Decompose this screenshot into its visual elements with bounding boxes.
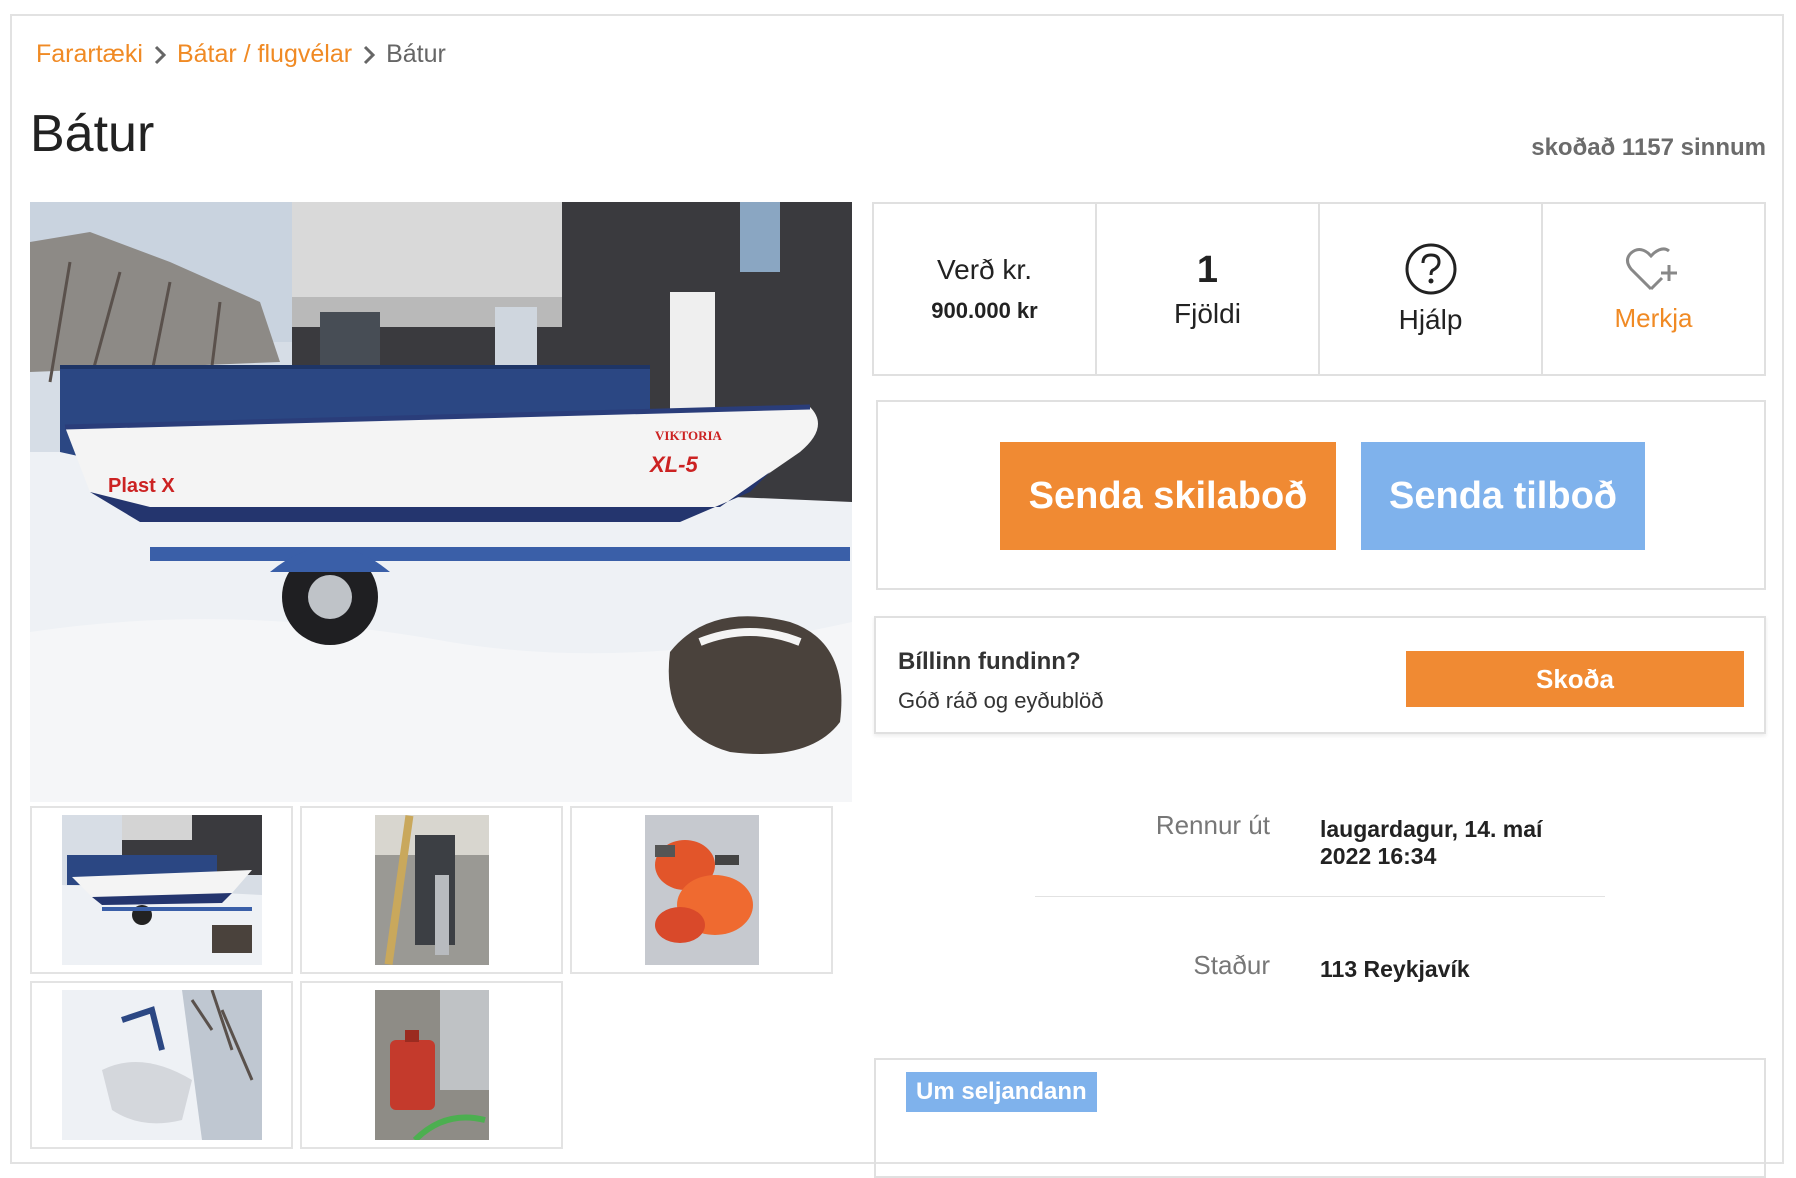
price-value: 900.000 kr [931, 298, 1038, 323]
found-title: Bíllinn fundinn? [898, 648, 1081, 675]
thumbnail-4[interactable] [30, 981, 293, 1149]
action-box: Senda skilaboð Senda tilboð [876, 400, 1766, 590]
send-message-button[interactable]: Senda skilaboð [1000, 442, 1336, 550]
thumbnail-5[interactable] [300, 981, 563, 1149]
quantity-cell: 1 Fjöldi [1097, 204, 1320, 374]
seller-tag: Um seljandann [906, 1072, 1097, 1112]
view-count: skoðað 1157 sinnum [1531, 134, 1766, 161]
found-box: Bíllinn fundinn? Góð ráð og eyðublöð Sko… [874, 616, 1766, 734]
breadcrumb-vehicles-link[interactable]: Farartæki [36, 40, 143, 69]
thumbnail-1[interactable] [30, 806, 293, 974]
quantity-label: Fjöldi [1174, 297, 1241, 329]
boat-model-text: XL-5 [648, 452, 698, 477]
info-bar: Verð kr. 900.000 kr 1 Fjöldi Hjálp Merkj… [872, 202, 1766, 376]
seller-box: Um seljandann [874, 1058, 1766, 1178]
expires-date: laugardagur, 14. maí [1320, 816, 1543, 842]
boat-name-text: VIKTORIA [655, 428, 723, 443]
help-icon [1405, 243, 1456, 295]
found-subtitle: Góð ráð og eyðublöð [898, 688, 1104, 713]
help-label: Hjálp [1398, 304, 1463, 335]
favorite-label: Merkja [1614, 302, 1693, 333]
view-button[interactable]: Skoða [1406, 651, 1744, 707]
expires-time: 2022 16:34 [1320, 843, 1437, 869]
send-offer-button[interactable]: Senda tilboð [1361, 442, 1645, 550]
favorite-cell[interactable]: Merkja [1543, 204, 1764, 374]
breadcrumb-boats-link[interactable]: Bátar / flugvélar [177, 40, 352, 69]
price-label: Verð kr. [937, 254, 1032, 285]
thumbnail-3[interactable] [570, 806, 833, 974]
boat-brand-text: Plast X [108, 475, 175, 497]
details-divider [1035, 896, 1605, 897]
breadcrumb: Farartæki Bátar / flugvélar Bátur [36, 40, 446, 69]
chevron-right-icon [364, 45, 376, 64]
help-cell[interactable]: Hjálp [1320, 204, 1543, 374]
main-photo[interactable]: Plast X XL-5 VIKTORIA [30, 202, 852, 802]
location-value: 113 Reykjavík [1320, 956, 1470, 982]
location-label: Staður [1193, 950, 1270, 980]
price-cell: Verð kr. 900.000 kr [874, 204, 1097, 374]
page-title: Bátur [30, 105, 155, 163]
quantity-number: 1 [1196, 248, 1219, 291]
expires-label: Rennur út [1155, 810, 1270, 840]
thumbnail-2[interactable] [300, 806, 563, 974]
chevron-right-icon [154, 45, 167, 64]
breadcrumb-current: Bátur [386, 40, 446, 68]
heart-plus-icon [1625, 246, 1677, 290]
expires-value: laugardagur, 14. maí 2022 16:34 [1320, 816, 1542, 870]
